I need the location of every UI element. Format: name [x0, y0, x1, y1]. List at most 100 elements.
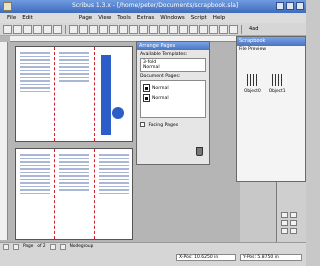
doc-page-item[interactable]: Normal — [143, 84, 203, 92]
document-page-2[interactable] — [15, 148, 133, 240]
menubar: File Edit Page View Tools Extras Windows… — [0, 13, 306, 23]
templates-label: Available Templates: — [140, 52, 188, 57]
sidebar-graphic — [101, 55, 111, 135]
page-label: Page — [23, 244, 34, 249]
unlink-text-frames-icon[interactable] — [199, 24, 208, 34]
print-icon[interactable] — [43, 24, 52, 34]
save-icon[interactable] — [23, 24, 32, 34]
menu-edit[interactable]: Edit — [19, 13, 36, 23]
next-page-icon[interactable] — [49, 243, 56, 250]
text-frame-icon[interactable] — [79, 24, 88, 34]
property-button[interactable] — [281, 220, 288, 226]
window-controls — [276, 2, 304, 10]
scrapbook-title[interactable]: Scrapbook — [237, 37, 305, 46]
object-preview-icon — [245, 74, 260, 86]
trash-icon[interactable] — [196, 147, 203, 156]
properties-panel — [276, 182, 306, 242]
property-button[interactable] — [290, 220, 297, 226]
maximize-button[interactable] — [286, 2, 294, 10]
text-column — [57, 152, 91, 236]
image-frame-icon[interactable] — [89, 24, 98, 34]
arrange-pages-title[interactable]: Arrange Pages — [137, 42, 209, 50]
menu-tools[interactable]: Tools — [114, 13, 134, 23]
scrapbook-object[interactable]: Object0 — [244, 74, 261, 94]
page-icon — [143, 94, 150, 102]
new-document-icon[interactable] — [3, 24, 12, 34]
facing-pages-label: Facing Pages — [148, 123, 179, 128]
table-icon[interactable] — [99, 24, 108, 34]
menu-windows[interactable]: Windows — [157, 13, 188, 23]
column-guide — [54, 47, 55, 141]
menu-page[interactable]: Page — [76, 13, 95, 23]
object-label: Object0 — [244, 89, 261, 94]
text-column — [57, 50, 91, 138]
scrapbook-objects: Object0 Object1 — [244, 74, 305, 94]
templates-section: Available Templates: 3-fold Normal — [140, 52, 206, 72]
freehand-icon[interactable] — [149, 24, 158, 34]
select-tool-icon[interactable] — [69, 24, 78, 34]
doc-page-label: Normal — [152, 95, 169, 101]
facing-pages-row: Facing Pages — [140, 122, 206, 128]
property-button[interactable] — [281, 228, 288, 234]
first-page-icon[interactable] — [3, 243, 9, 250]
y-position-field: Y-Pos: 5.8750 in — [240, 254, 302, 261]
doc-pages-section: Document Pages: Normal Normal — [140, 74, 206, 118]
doc-pages-list: Normal Normal — [140, 80, 206, 118]
menu-file[interactable]: File — [4, 13, 19, 23]
bezier-icon[interactable] — [139, 24, 148, 34]
template-item-normal[interactable]: Normal — [143, 65, 203, 70]
copy-properties-icon[interactable] — [219, 24, 228, 34]
menu-help[interactable]: Help — [210, 13, 229, 23]
document-page-1[interactable] — [15, 46, 133, 142]
property-button[interactable] — [290, 212, 297, 218]
scrapbook-object[interactable]: Object1 — [269, 74, 285, 94]
facing-pages-checkbox[interactable] — [140, 122, 145, 127]
zoom-selector[interactable]: 4ad — [249, 26, 258, 32]
app-icon[interactable] — [3, 2, 12, 11]
status-bottom-bar: X-Pos: 10.6250 in Y-Pos: 5.8750 in — [0, 250, 306, 266]
eyedropper-icon[interactable] — [229, 24, 238, 34]
zoom-icon[interactable] — [169, 24, 178, 34]
doc-pages-label: Document Pages: — [140, 74, 181, 79]
text-column — [18, 152, 52, 236]
rotate-icon[interactable] — [159, 24, 168, 34]
measurements-icon[interactable] — [209, 24, 218, 34]
pdf-export-icon[interactable] — [53, 24, 62, 34]
scrapbook-menu[interactable]: File Preview — [239, 47, 303, 52]
page-of-label: of 2 — [37, 244, 46, 249]
menu-view[interactable]: View — [95, 13, 114, 23]
line-icon[interactable] — [129, 24, 138, 34]
close-document-icon[interactable] — [33, 24, 42, 34]
page-navigation-bar: Page of 2 Nodegroup — [0, 242, 306, 250]
logo-graphic — [112, 107, 124, 119]
column-guide — [94, 47, 95, 141]
minimize-button[interactable] — [276, 2, 284, 10]
edit-content-icon[interactable] — [179, 24, 188, 34]
layer-selector[interactable]: Nodegroup — [70, 244, 94, 249]
doc-page-item[interactable]: Normal — [143, 94, 203, 102]
menu-extras[interactable]: Extras — [134, 13, 157, 23]
last-page-icon[interactable] — [59, 243, 66, 250]
property-button[interactable] — [290, 228, 297, 234]
toolbar-separator — [241, 24, 242, 34]
link-text-frames-icon[interactable] — [189, 24, 198, 34]
close-button[interactable] — [296, 2, 304, 10]
text-column — [97, 152, 131, 236]
vertical-ruler — [0, 42, 8, 240]
property-button[interactable] — [281, 212, 288, 218]
scrapbook-panel: Scrapbook File Preview Object0 Object1 — [236, 36, 306, 182]
x-position-field: X-Pos: 10.6250 in — [176, 254, 236, 261]
object-preview-icon — [270, 74, 285, 86]
polygon-icon[interactable] — [119, 24, 128, 34]
column-guide — [94, 149, 95, 239]
previous-page-icon[interactable] — [13, 243, 19, 250]
doc-page-label: Normal — [152, 85, 169, 91]
window-titlebar: Scribus 1.3.x - [/home/peter/Documents/s… — [0, 0, 306, 13]
column-guide — [54, 149, 55, 239]
shape-icon[interactable] — [109, 24, 118, 34]
text-column — [18, 50, 52, 138]
menu-script[interactable]: Script — [188, 13, 210, 23]
arrange-pages-panel: Arrange Pages Available Templates: 3-fol… — [136, 41, 210, 165]
toolbar-separator — [65, 24, 66, 34]
open-document-icon[interactable] — [13, 24, 22, 34]
